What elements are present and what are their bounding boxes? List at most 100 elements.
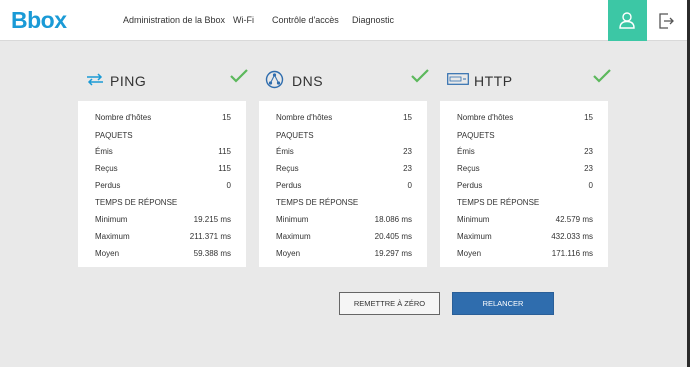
avg-value: 19.297 ms <box>374 249 412 258</box>
packets-label: PAQUETS <box>457 131 495 140</box>
received-label: Reçus <box>457 164 480 173</box>
lost-label: Perdus <box>276 181 302 190</box>
http-browser-icon <box>447 73 469 85</box>
max-value: 20.405 ms <box>374 232 412 241</box>
sent-value: 115 <box>218 147 231 156</box>
http-section-header: HTTP <box>447 68 614 92</box>
sent-row: Émis 23 <box>457 147 593 159</box>
sent-label: Émis <box>457 147 475 156</box>
avg-value: 171.116 ms <box>551 249 593 258</box>
lost-value: 0 <box>226 181 231 190</box>
sent-label: Émis <box>276 147 294 156</box>
hosts-label: Nombre d'hôtes <box>276 113 333 122</box>
packets-label: PAQUETS <box>95 131 133 140</box>
dns-network-icon <box>265 70 284 89</box>
hosts-label: Nombre d'hôtes <box>95 113 152 122</box>
max-label: Maximum <box>95 232 130 241</box>
ping-title: PING <box>110 73 147 89</box>
hosts-row: Nombre d'hôtes 15 <box>276 113 412 125</box>
response-header: TEMPS DE RÉPONSE <box>457 198 593 210</box>
min-value: 18.086 ms <box>374 215 412 224</box>
hosts-value: 15 <box>222 113 231 122</box>
hosts-value: 15 <box>403 113 412 122</box>
lost-value: 0 <box>407 181 412 190</box>
hosts-row: Nombre d'hôtes 15 <box>457 113 593 125</box>
min-value: 19.215 ms <box>193 215 231 224</box>
success-check-icon <box>593 69 611 83</box>
logout-button[interactable] <box>655 10 677 32</box>
received-row: Reçus 23 <box>276 164 412 176</box>
min-row: Minimum 42.579 ms <box>457 215 593 227</box>
ping-results-card: Nombre d'hôtes 15 PAQUETS Émis 115 Reçus 11… <box>78 101 246 267</box>
max-label: Maximum <box>276 232 311 241</box>
sent-label: Émis <box>95 147 113 156</box>
max-row: Maximum 211.371 ms <box>95 232 231 244</box>
bbox-logo[interactable]: Bbox <box>11 7 67 34</box>
sent-row: Émis 115 <box>95 147 231 159</box>
sent-value: 23 <box>403 147 412 156</box>
response-header: TEMPS DE RÉPONSE <box>95 198 231 210</box>
sent-row: Émis 23 <box>276 147 412 159</box>
received-row: Reçus 23 <box>457 164 593 176</box>
lost-label: Perdus <box>457 181 483 190</box>
received-row: Reçus 115 <box>95 164 231 176</box>
packets-header: PAQUETS <box>276 131 412 143</box>
relaunch-button[interactable]: RELANCER <box>452 292 554 315</box>
nav-access-control[interactable]: Contrôle d'accès <box>272 15 339 25</box>
response-label: TEMPS DE RÉPONSE <box>457 198 540 207</box>
min-label: Minimum <box>276 215 309 224</box>
user-account-button[interactable] <box>608 0 647 41</box>
min-label: Minimum <box>457 215 490 224</box>
max-label: Maximum <box>457 232 492 241</box>
min-row: Minimum 19.215 ms <box>95 215 231 227</box>
dns-section-header: DNS <box>265 68 433 92</box>
max-row: Maximum 20.405 ms <box>276 232 412 244</box>
response-label: TEMPS DE RÉPONSE <box>276 198 359 207</box>
logout-icon <box>659 13 674 29</box>
lost-value: 0 <box>588 181 593 190</box>
packets-header: PAQUETS <box>457 131 593 143</box>
max-value: 211.371 ms <box>189 232 231 241</box>
avg-label: Moyen <box>457 249 482 258</box>
hosts-row: Nombre d'hôtes 15 <box>95 113 231 125</box>
reset-button[interactable]: REMETTRE À ZÉRO <box>339 292 440 315</box>
top-navigation-bar: Bbox Administration de la Bbox Wi-Fi Con… <box>0 0 690 41</box>
lost-label: Perdus <box>95 181 121 190</box>
lost-row: Perdus 0 <box>95 181 231 193</box>
min-row: Minimum 18.086 ms <box>276 215 412 227</box>
avg-label: Moyen <box>95 249 120 258</box>
dns-title: DNS <box>292 73 324 89</box>
ping-section-header: PING <box>85 68 250 92</box>
lost-row: Perdus 0 <box>276 181 412 193</box>
max-row: Maximum 432.033 ms <box>457 232 593 244</box>
ping-arrows-icon <box>87 73 103 86</box>
nav-diagnostic[interactable]: Diagnostic <box>352 15 394 25</box>
dns-results-card: Nombre d'hôtes 15 PAQUETS Émis 23 Reçus 23 … <box>259 101 427 267</box>
avg-row: Moyen 171.116 ms <box>457 249 593 261</box>
success-check-icon <box>230 69 248 83</box>
http-title: HTTP <box>474 73 513 89</box>
hosts-label: Nombre d'hôtes <box>457 113 514 122</box>
received-label: Reçus <box>276 164 299 173</box>
avg-row: Moyen 59.388 ms <box>95 249 231 261</box>
max-value: 432.033 ms <box>551 232 593 241</box>
lost-row: Perdus 0 <box>457 181 593 193</box>
response-label: TEMPS DE RÉPONSE <box>95 198 178 207</box>
packets-header: PAQUETS <box>95 131 231 143</box>
packets-label: PAQUETS <box>276 131 314 140</box>
min-label: Minimum <box>95 215 128 224</box>
nav-wifi[interactable]: Wi-Fi <box>233 15 254 25</box>
sent-value: 23 <box>584 147 593 156</box>
received-value: 23 <box>584 164 593 173</box>
received-label: Reçus <box>95 164 118 173</box>
received-value: 23 <box>403 164 412 173</box>
response-header: TEMPS DE RÉPONSE <box>276 198 412 210</box>
avg-value: 59.388 ms <box>193 249 231 258</box>
success-check-icon <box>411 69 429 83</box>
hosts-value: 15 <box>584 113 593 122</box>
avg-label: Moyen <box>276 249 301 258</box>
http-results-card: Nombre d'hôtes 15 PAQUETS Émis 23 Reçus 23 … <box>440 101 608 267</box>
user-icon <box>619 12 635 29</box>
nav-administration[interactable]: Administration de la Bbox <box>123 15 225 25</box>
min-value: 42.579 ms <box>555 215 593 224</box>
